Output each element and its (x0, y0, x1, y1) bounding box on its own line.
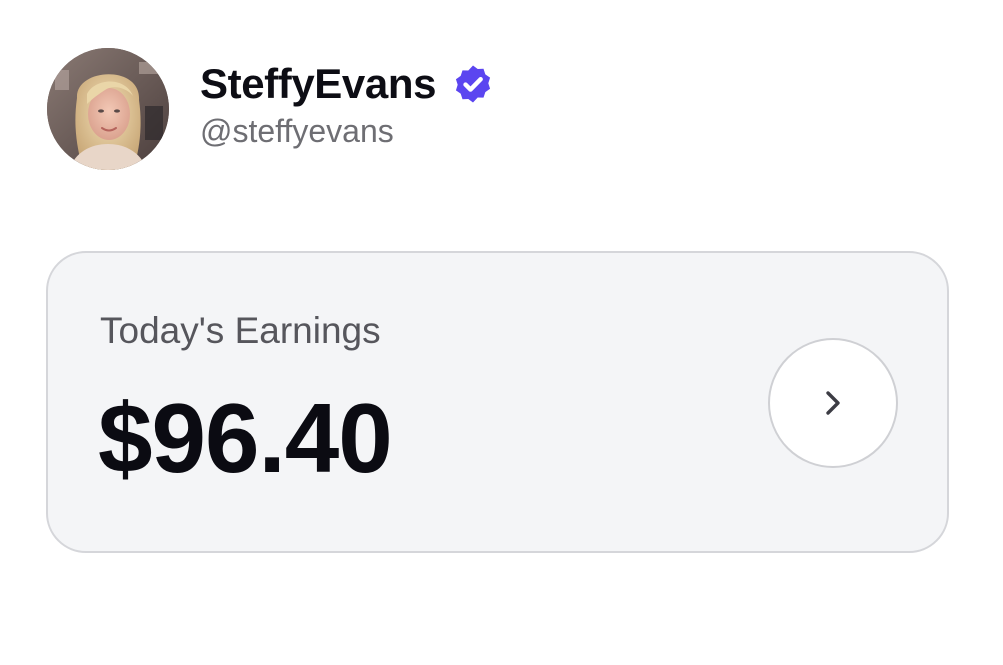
profile-identity: SteffyEvans @steffyevans (200, 61, 496, 148)
chevron-right-icon (826, 391, 840, 415)
view-earnings-button[interactable] (768, 338, 898, 468)
earnings-card[interactable]: Today's Earnings $96.40 (46, 251, 949, 553)
display-name: SteffyEvans (200, 60, 437, 108)
verified-badge-icon (450, 61, 496, 107)
avatar-photo (47, 48, 169, 170)
avatar[interactable] (47, 48, 169, 170)
earnings-amount: $96.40 (98, 383, 393, 493)
name-row: SteffyEvans (200, 61, 496, 107)
earnings-label: Today's Earnings (100, 310, 381, 351)
profile-header: SteffyEvans @steffyevans (47, 48, 496, 170)
username-handle: @steffyevans (200, 112, 394, 149)
